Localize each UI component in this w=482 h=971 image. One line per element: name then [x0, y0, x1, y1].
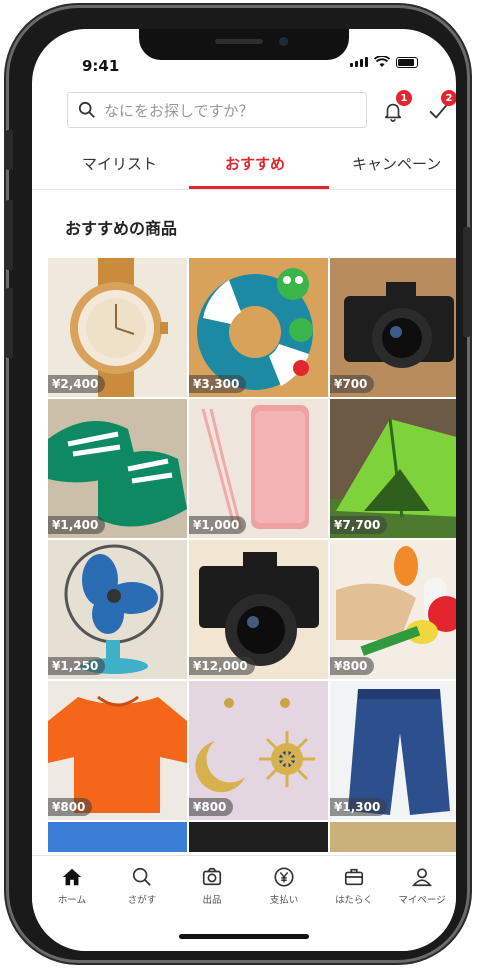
product-item-partial-1[interactable]	[48, 822, 187, 852]
search-input[interactable]: なにをお探しですか？	[67, 92, 367, 128]
product-item-orange-shirt[interactable]: ¥800	[48, 681, 187, 820]
tab-recommended[interactable]: おすすめ	[225, 153, 285, 174]
price-label: ¥800	[330, 657, 375, 675]
product-item-partial-3[interactable]	[330, 822, 456, 852]
product-item-swim-ring[interactable]: ¥3,300	[189, 258, 328, 397]
search-placeholder: なにをお探しですか？	[104, 101, 254, 120]
product-item-camera[interactable]: ¥700	[330, 258, 456, 397]
price-label: ¥7,700	[330, 516, 388, 534]
product-item-tent[interactable]: ¥7,700	[330, 399, 456, 538]
tabbar-payment[interactable]: 支払い	[252, 866, 316, 906]
notification-badge: 1	[396, 90, 412, 106]
tabbar-mypage[interactable]: マイページ	[390, 866, 454, 906]
battery-icon	[396, 56, 418, 68]
yen-icon	[274, 867, 294, 887]
volume-up-button	[6, 200, 13, 270]
tabbar-label: マイページ	[398, 895, 446, 906]
briefcase-icon	[344, 868, 364, 886]
product-item-film-camera[interactable]: ¥12,000	[189, 540, 328, 679]
tabbar-home[interactable]: ホーム	[40, 866, 104, 906]
tabbar-search[interactable]: さがす	[110, 866, 174, 906]
tabbar-sell[interactable]: 出品	[180, 866, 244, 906]
product-item-phone-case[interactable]: ¥1,000	[189, 399, 328, 538]
active-tab-indicator	[189, 186, 329, 189]
product-item-partial-2[interactable]	[189, 822, 328, 852]
status-icons	[350, 56, 418, 68]
tabbar-work[interactable]: はたらく	[322, 866, 386, 906]
price-label: ¥1,000	[189, 516, 247, 534]
product-item-toy-food[interactable]: ¥800	[330, 540, 456, 679]
search-icon	[78, 101, 95, 118]
tab-campaign[interactable]: キャンペーン	[352, 153, 441, 174]
todo-badge: 2	[441, 90, 456, 106]
search-icon	[132, 867, 151, 886]
mute-switch	[6, 130, 13, 170]
tabbar-label: はたらく	[335, 895, 373, 906]
tab-mylist[interactable]: マイリスト	[82, 153, 157, 174]
section-title: おすすめの商品	[65, 219, 178, 238]
product-item-earrings[interactable]: ¥800	[189, 681, 328, 820]
tabbar-label: さがす	[127, 895, 157, 906]
product-item-sneakers[interactable]: ¥1,400	[48, 399, 187, 538]
power-button	[463, 227, 470, 337]
volume-down-button	[6, 288, 13, 358]
tabbar-label: 出品	[202, 895, 222, 906]
price-label: ¥1,400	[48, 516, 106, 534]
camera-icon	[202, 867, 222, 886]
notch	[139, 29, 349, 60]
status-time: 9:41	[82, 57, 120, 75]
product-item-jeans[interactable]: ¥1,300	[330, 681, 456, 820]
price-label: ¥700	[330, 375, 375, 393]
tabbar-label: 支払い	[269, 895, 299, 906]
product-item-electric-fan[interactable]: ¥1,250	[48, 540, 187, 679]
price-label: ¥2,400	[48, 375, 106, 393]
tabbar-label: ホーム	[57, 895, 87, 906]
category-tabs: マイリスト おすすめ キャンペーン	[32, 141, 456, 190]
bottom-tab-bar: ホーム さがす 出品 支払い はたらく マイページ	[32, 855, 456, 951]
todo-button[interactable]: 2	[423, 90, 456, 126]
home-indicator	[179, 934, 309, 939]
wifi-icon	[374, 56, 390, 67]
notification-button[interactable]: 1	[378, 90, 412, 126]
price-label: ¥3,300	[189, 375, 247, 393]
app-screen: 9:41 なにをお探しですか？ 1 2 マイリスト おすすめ キャンペーン おす…	[32, 29, 456, 951]
price-label: ¥800	[48, 798, 93, 816]
price-label: ¥1,300	[330, 798, 388, 816]
phone-frame: 9:41 なにをお探しですか？ 1 2 マイリスト おすすめ キャンペーン おす…	[6, 5, 470, 963]
product-item-watch[interactable]: ¥2,400	[48, 258, 187, 397]
signal-icon	[350, 57, 368, 67]
price-label: ¥1,250	[48, 657, 106, 675]
home-icon	[62, 868, 82, 886]
price-label: ¥12,000	[189, 657, 255, 675]
price-label: ¥800	[189, 798, 234, 816]
person-icon	[412, 868, 432, 887]
